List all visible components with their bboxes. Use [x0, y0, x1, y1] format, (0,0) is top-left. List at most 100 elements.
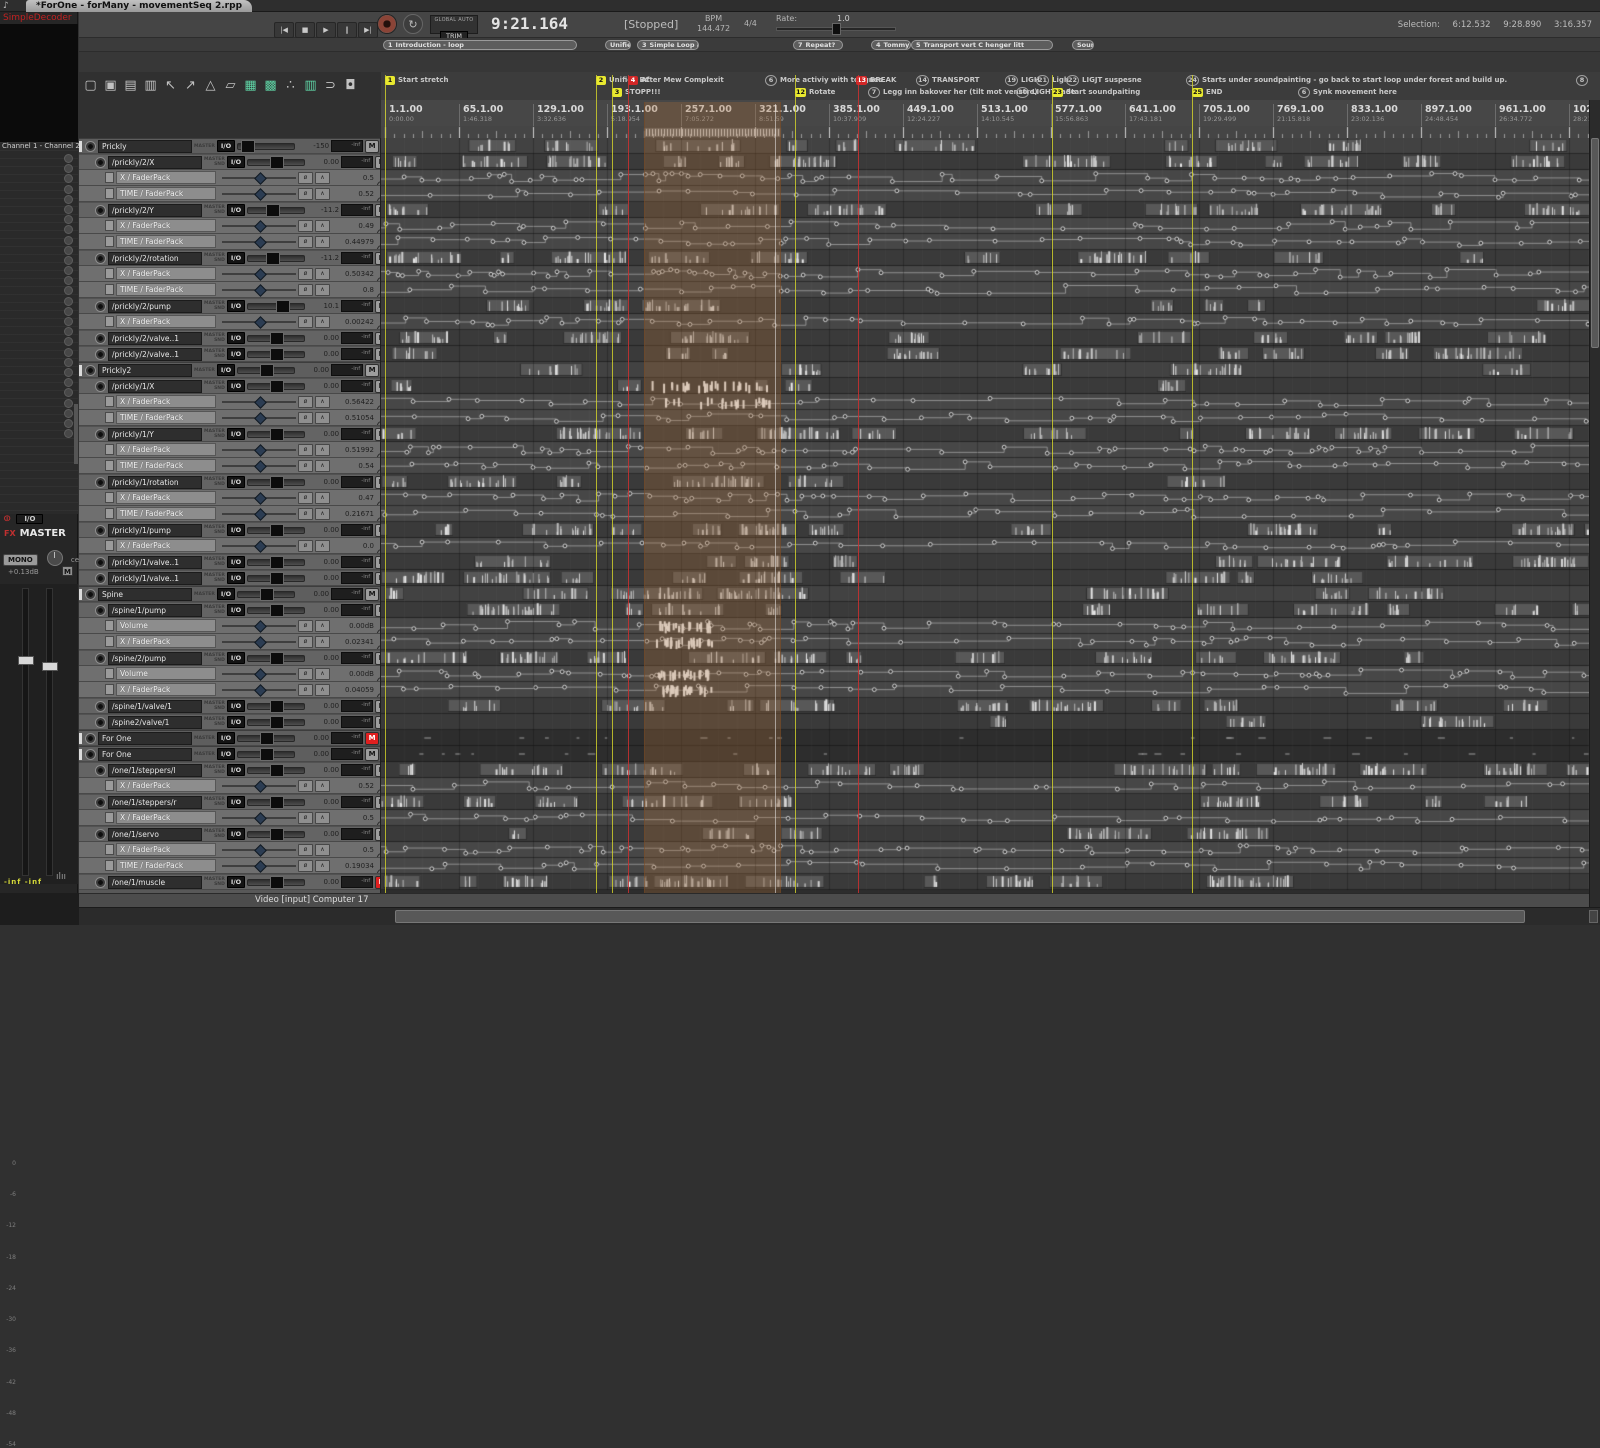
envelope-fader[interactable]: [222, 321, 296, 323]
volume-fader[interactable]: [247, 655, 305, 662]
envelope-bypass-button[interactable]: ø: [298, 236, 313, 248]
marker[interactable]: 25END: [1192, 87, 1223, 97]
io-button[interactable]: I/O: [227, 332, 245, 344]
track-name[interactable]: /prickly/1/pump: [108, 524, 202, 537]
envelope-fader-thumb[interactable]: [254, 172, 267, 185]
track-name[interactable]: /prickly/2/Y: [108, 204, 202, 217]
track-name[interactable]: /prickly/2/valve..1: [108, 348, 202, 361]
envelope-fader-thumb[interactable]: [254, 636, 267, 649]
envelope-fader[interactable]: [222, 849, 296, 851]
envelope-name[interactable]: X / FaderPack: [116, 635, 216, 648]
master-fader-left[interactable]: [18, 656, 34, 665]
transport-time-display[interactable]: 9:21.164: [491, 14, 568, 33]
io-button[interactable]: I/O: [217, 364, 235, 376]
volume-fader-thumb[interactable]: [260, 364, 274, 377]
marker[interactable]: 19LIGH: [1005, 75, 1040, 85]
envelope-name[interactable]: X / FaderPack: [116, 683, 216, 696]
envelope-name[interactable]: Volume: [116, 619, 216, 632]
io-button[interactable]: I/O: [227, 156, 245, 168]
envelope-fader-thumb[interactable]: [254, 220, 267, 233]
envelope-fader-thumb[interactable]: [254, 844, 267, 857]
marker[interactable]: 7Legg inn bakover her (tilt mot venstre): [868, 87, 1038, 97]
track-name[interactable]: Prickly: [98, 140, 192, 153]
marker[interactable]: 4After Mew Complexit: [628, 75, 724, 85]
region-pill[interactable]: 4Tommy an: [871, 40, 911, 50]
envelope-shape-button[interactable]: ∧: [315, 812, 330, 824]
envelope-arm-button[interactable]: [105, 284, 114, 295]
arrange-area[interactable]: [381, 138, 1589, 893]
volume-fader[interactable]: [247, 479, 305, 486]
envelope-name[interactable]: Volume: [116, 667, 216, 680]
volume-fader[interactable]: [247, 799, 305, 806]
envelope-fader[interactable]: [222, 193, 296, 195]
envelope-name[interactable]: TIME / FaderPack: [116, 507, 216, 520]
region-pill[interactable]: Soun: [1072, 40, 1094, 50]
io-button[interactable]: I/O: [227, 604, 245, 616]
mute-button[interactable]: M: [375, 796, 380, 809]
envelope-shape-button[interactable]: ∧: [315, 236, 330, 248]
envelope-arm-button[interactable]: [105, 684, 114, 695]
record-arm-button[interactable]: [95, 797, 106, 808]
envelope-fader[interactable]: [222, 449, 296, 451]
mute-button[interactable]: M: [365, 364, 379, 377]
selection-end[interactable]: 9:28.890: [1503, 20, 1541, 30]
mute-button[interactable]: M: [375, 300, 380, 313]
mute-button[interactable]: M: [375, 572, 380, 585]
track-name[interactable]: /prickly/2/pump: [108, 300, 202, 313]
mute-button[interactable]: M: [365, 748, 379, 761]
track-name[interactable]: For One: [98, 732, 192, 745]
envelope-fader-thumb[interactable]: [254, 540, 267, 553]
marker[interactable]: 22LIGJT suspesne: [1066, 75, 1142, 85]
envelope-name[interactable]: TIME / FaderPack: [116, 235, 216, 248]
record-arm-button[interactable]: [85, 141, 96, 152]
envelope-fader-thumb[interactable]: [254, 812, 267, 825]
envelope-fader-thumb[interactable]: [254, 188, 267, 201]
io-button[interactable]: I/O: [217, 588, 235, 600]
record-arm-button[interactable]: [95, 701, 106, 712]
envelope-shape-button[interactable]: ∧: [315, 540, 330, 552]
track-name[interactable]: /prickly/1/rotation: [108, 476, 202, 489]
envelope-arm-button[interactable]: [105, 396, 114, 407]
track-name[interactable]: Spine: [98, 588, 192, 601]
marker[interactable]: 14TRANSPORT: [916, 75, 979, 85]
envelope-arm-button[interactable]: [105, 268, 114, 279]
mute-button[interactable]: M: [375, 380, 380, 393]
envelope-fader-thumb[interactable]: [254, 268, 267, 281]
envelope-shape-button[interactable]: ∧: [315, 844, 330, 856]
envelope-name[interactable]: X / FaderPack: [116, 779, 216, 792]
envelope-name[interactable]: X / FaderPack: [116, 267, 216, 280]
envelope-arm-button[interactable]: [105, 316, 114, 327]
envelope-shape-button[interactable]: ∧: [315, 188, 330, 200]
mute-button[interactable]: M: [375, 252, 380, 265]
scrollbar-zoom-button[interactable]: [1589, 910, 1598, 923]
envelope-fader-thumb[interactable]: [254, 284, 267, 297]
io-button[interactable]: I/O: [227, 764, 245, 776]
record-arm-button[interactable]: [95, 605, 106, 616]
mute-button[interactable]: M: [375, 204, 380, 217]
io-button[interactable]: I/O: [227, 428, 245, 440]
volume-fader[interactable]: [247, 719, 305, 726]
io-button[interactable]: I/O: [217, 748, 235, 760]
volume-fader[interactable]: [247, 703, 305, 710]
volume-fader-thumb[interactable]: [270, 828, 284, 841]
record-arm-button[interactable]: [95, 333, 106, 344]
record-arm-button[interactable]: [95, 765, 106, 776]
io-button[interactable]: I/O: [227, 828, 245, 840]
volume-fader[interactable]: [247, 575, 305, 582]
envelope-bypass-button[interactable]: ø: [298, 188, 313, 200]
envelope-arm-button[interactable]: [105, 220, 114, 231]
grid-lines-icon[interactable]: ▥: [302, 76, 319, 96]
record-arm-button[interactable]: [95, 157, 106, 168]
io-button[interactable]: I/O: [227, 524, 245, 536]
envelope-fader-thumb[interactable]: [254, 860, 267, 873]
mute-button[interactable]: M: [375, 652, 380, 665]
volume-fader-thumb[interactable]: [266, 204, 280, 217]
mute-button[interactable]: M: [375, 828, 380, 841]
volume-fader[interactable]: [247, 351, 305, 358]
track-name[interactable]: /one/1/muscle: [108, 876, 202, 889]
envelope-shape-button[interactable]: ∧: [315, 780, 330, 792]
mono-button[interactable]: MONO: [3, 554, 38, 566]
record-arm-button[interactable]: [85, 749, 96, 760]
io-button[interactable]: I/O: [217, 732, 235, 744]
envelope-fader-thumb[interactable]: [254, 780, 267, 793]
